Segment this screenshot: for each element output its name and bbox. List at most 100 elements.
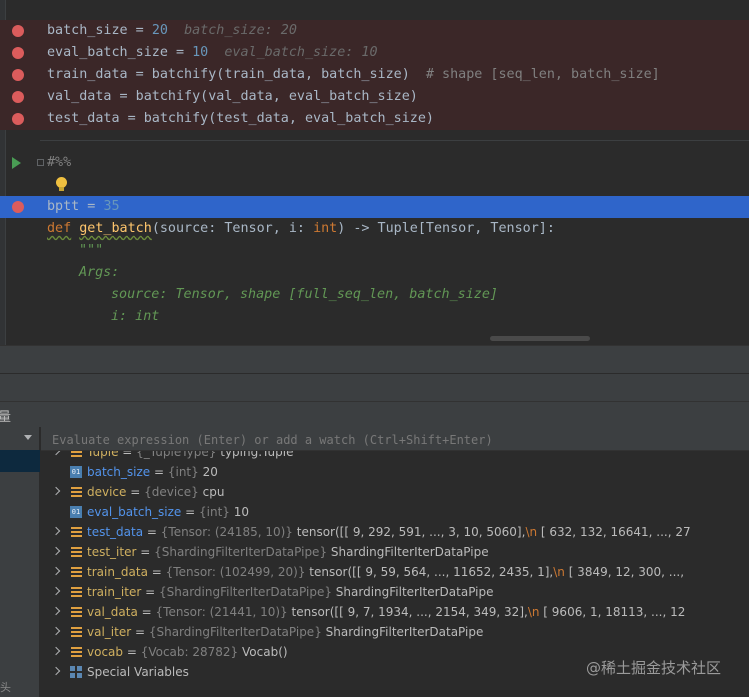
breakpoint-icon[interactable] [12, 47, 24, 59]
code-line-bptt-current[interactable]: bptt = 35 [0, 196, 749, 218]
cell-separator [40, 140, 749, 141]
variable-value-continued: [ 3849, 12, 300, ..., [564, 565, 685, 579]
variable-row[interactable]: 01 batch_size = {int} 20 [41, 462, 749, 482]
number-literal: 20 [151, 23, 168, 38]
object-variable-icon [71, 487, 82, 497]
code-line-def-get-batch[interactable]: def get_batch(source: Tensor, i: int) ->… [0, 218, 749, 240]
code-comment: # shape [seq_len, batch_size] [425, 67, 660, 82]
lightbulb-icon[interactable] [56, 177, 67, 192]
variable-name: test_data [87, 525, 144, 539]
code-line-test-data[interactable]: test_data = batchify(test_data, eval_bat… [0, 108, 749, 130]
variable-row[interactable]: Tuple = {_TupleType} typing.Tuple [41, 451, 749, 462]
variable-value: tensor([[ 9, 7, 1934, ..., 2154, 349, 32… [287, 605, 528, 619]
variable-row[interactable]: val_iter = {ShardingFilterIterDataPipe} … [41, 622, 749, 642]
chevron-right-icon[interactable] [51, 626, 61, 636]
selected-frame[interactable] [0, 450, 40, 472]
equals-sign: = [126, 485, 145, 499]
newline-marker: \n [525, 525, 538, 539]
chevron-right-icon[interactable] [51, 546, 61, 556]
breakpoint-icon[interactable] [12, 113, 24, 125]
int-variable-icon: 01 [70, 506, 82, 518]
chevron-right-icon[interactable] [51, 526, 61, 536]
variable-row[interactable]: test_data = {Tensor: (24185, 10)} tensor… [41, 522, 749, 542]
code-line-val-data[interactable]: val_data = batchify(val_data, eval_batch… [0, 86, 749, 108]
variable-text: test_data = {Tensor: (24185, 10)} tensor… [87, 522, 691, 542]
variable-value: typing.Tuple [216, 451, 294, 459]
code-line-docstring-open[interactable]: """ [0, 240, 749, 262]
int-variable-icon: 01 [70, 466, 82, 478]
code-line-empty[interactable] [0, 174, 749, 196]
breakpoint-icon[interactable] [12, 91, 24, 103]
type-int: int [313, 221, 338, 236]
code-editor[interactable]: batch_size = 20 batch_size: 20 eval_batc… [0, 0, 749, 345]
function-return: ) -> Tuple[Tensor, Tensor]: [337, 221, 555, 236]
chevron-right-icon[interactable] [51, 486, 61, 496]
variable-value: 10 [229, 505, 250, 519]
watch-bar [41, 427, 749, 451]
fold-icon[interactable] [37, 159, 44, 166]
run-cell-icon[interactable] [12, 157, 21, 169]
keyword-def: def [47, 221, 72, 236]
variable-text: device = {device} cpu [87, 482, 224, 502]
variable-type: {ShardingFilterIterDataPipe} [158, 585, 332, 599]
variable-text: vocab = {Vocab: 28782} Vocab() [87, 642, 288, 662]
variable-name: Special Variables [87, 665, 189, 679]
breakpoint-icon[interactable] [12, 69, 24, 81]
variable-row[interactable]: val_data = {Tensor: (21441, 10)} tensor(… [41, 602, 749, 622]
variable-value-continued: [ 632, 132, 16641, ..., 27 [537, 525, 691, 539]
chevron-down-icon[interactable] [24, 435, 32, 440]
variable-row[interactable]: train_data = {Tensor: (102499, 20)} tens… [41, 562, 749, 582]
chevron-right-icon[interactable] [51, 666, 61, 676]
chevron-right-icon[interactable] [51, 586, 61, 596]
variable-name: vocab [87, 645, 124, 659]
code-text: train_data = batchify(train_data, batch_… [47, 67, 410, 82]
code-line-cell-marker[interactable]: #%% [0, 152, 749, 174]
variable-text: eval_batch_size = {int} 10 [87, 502, 249, 522]
variable-type: {int} [199, 505, 230, 519]
evaluate-expression-input[interactable] [52, 431, 742, 449]
code-line-eval-batch-size[interactable]: eval_batch_size = 10 eval_batch_size: 10 [0, 42, 749, 64]
variable-name: Tuple [87, 451, 119, 459]
chevron-right-icon[interactable] [51, 606, 61, 616]
special-variables-icon [70, 666, 82, 678]
code-text: batch_size = [47, 23, 152, 38]
function-name: get_batch [79, 221, 152, 236]
variable-name: train_data [87, 565, 148, 579]
horizontal-scrollbar[interactable] [490, 336, 590, 341]
code-text: test_data = batchify(test_data, eval_bat… [47, 111, 434, 126]
number-literal: 10 [192, 45, 209, 60]
function-args: (source: Tensor, i: [151, 221, 314, 236]
variable-text: train_iter = {ShardingFilterIterDataPipe… [87, 582, 494, 602]
variable-type: {Tensor: (102499, 20)} [165, 565, 306, 579]
code-text: eval_batch_size = [47, 45, 193, 60]
code-line-train-data[interactable]: train_data = batchify(train_data, batch_… [0, 64, 749, 86]
newline-marker: \n [553, 565, 565, 579]
breakpoint-icon[interactable] [12, 201, 24, 213]
variable-value: tensor([[ 9, 59, 564, ..., 11652, 2435, … [305, 565, 554, 579]
variable-row[interactable]: device = {device} cpu [41, 482, 749, 502]
variable-type: {ShardingFilterIterDataPipe} [148, 625, 322, 639]
chevron-right-icon[interactable] [51, 566, 61, 576]
variable-row[interactable]: test_iter = {ShardingFilterIterDataPipe}… [41, 542, 749, 562]
object-variable-icon [71, 451, 82, 457]
chevron-right-icon[interactable] [51, 646, 61, 656]
object-variable-icon [71, 527, 82, 537]
cell-marker-text: #%% [47, 155, 72, 170]
code-line-docstring-source[interactable]: source: Tensor, shape [full_seq_len, bat… [0, 284, 749, 306]
watermark: @稀土掘金技术社区 [586, 659, 722, 677]
variable-row[interactable]: 01 eval_batch_size = {int} 10 [41, 502, 749, 522]
docstring-text: Args: [79, 265, 120, 280]
breakpoint-icon[interactable] [12, 25, 24, 37]
variable-row[interactable]: train_iter = {ShardingFilterIterDataPipe… [41, 582, 749, 602]
code-line-docstring-args[interactable]: Args: [0, 262, 749, 284]
code-text: bptt = [47, 199, 104, 214]
code-line-docstring-i[interactable]: i: int [0, 306, 749, 328]
inline-debug-value: batch_size: 20 [184, 23, 297, 38]
chevron-right-icon[interactable] [51, 451, 61, 456]
variable-value: cpu [198, 485, 225, 499]
variable-text: val_iter = {ShardingFilterIterDataPipe} … [87, 622, 483, 642]
editor-debugger-splitter[interactable] [0, 345, 749, 373]
variable-text: train_data = {Tensor: (102499, 20)} tens… [87, 562, 684, 582]
number-literal: 35 [103, 199, 120, 214]
code-line-batch-size[interactable]: batch_size = 20 batch_size: 20 [0, 20, 749, 42]
